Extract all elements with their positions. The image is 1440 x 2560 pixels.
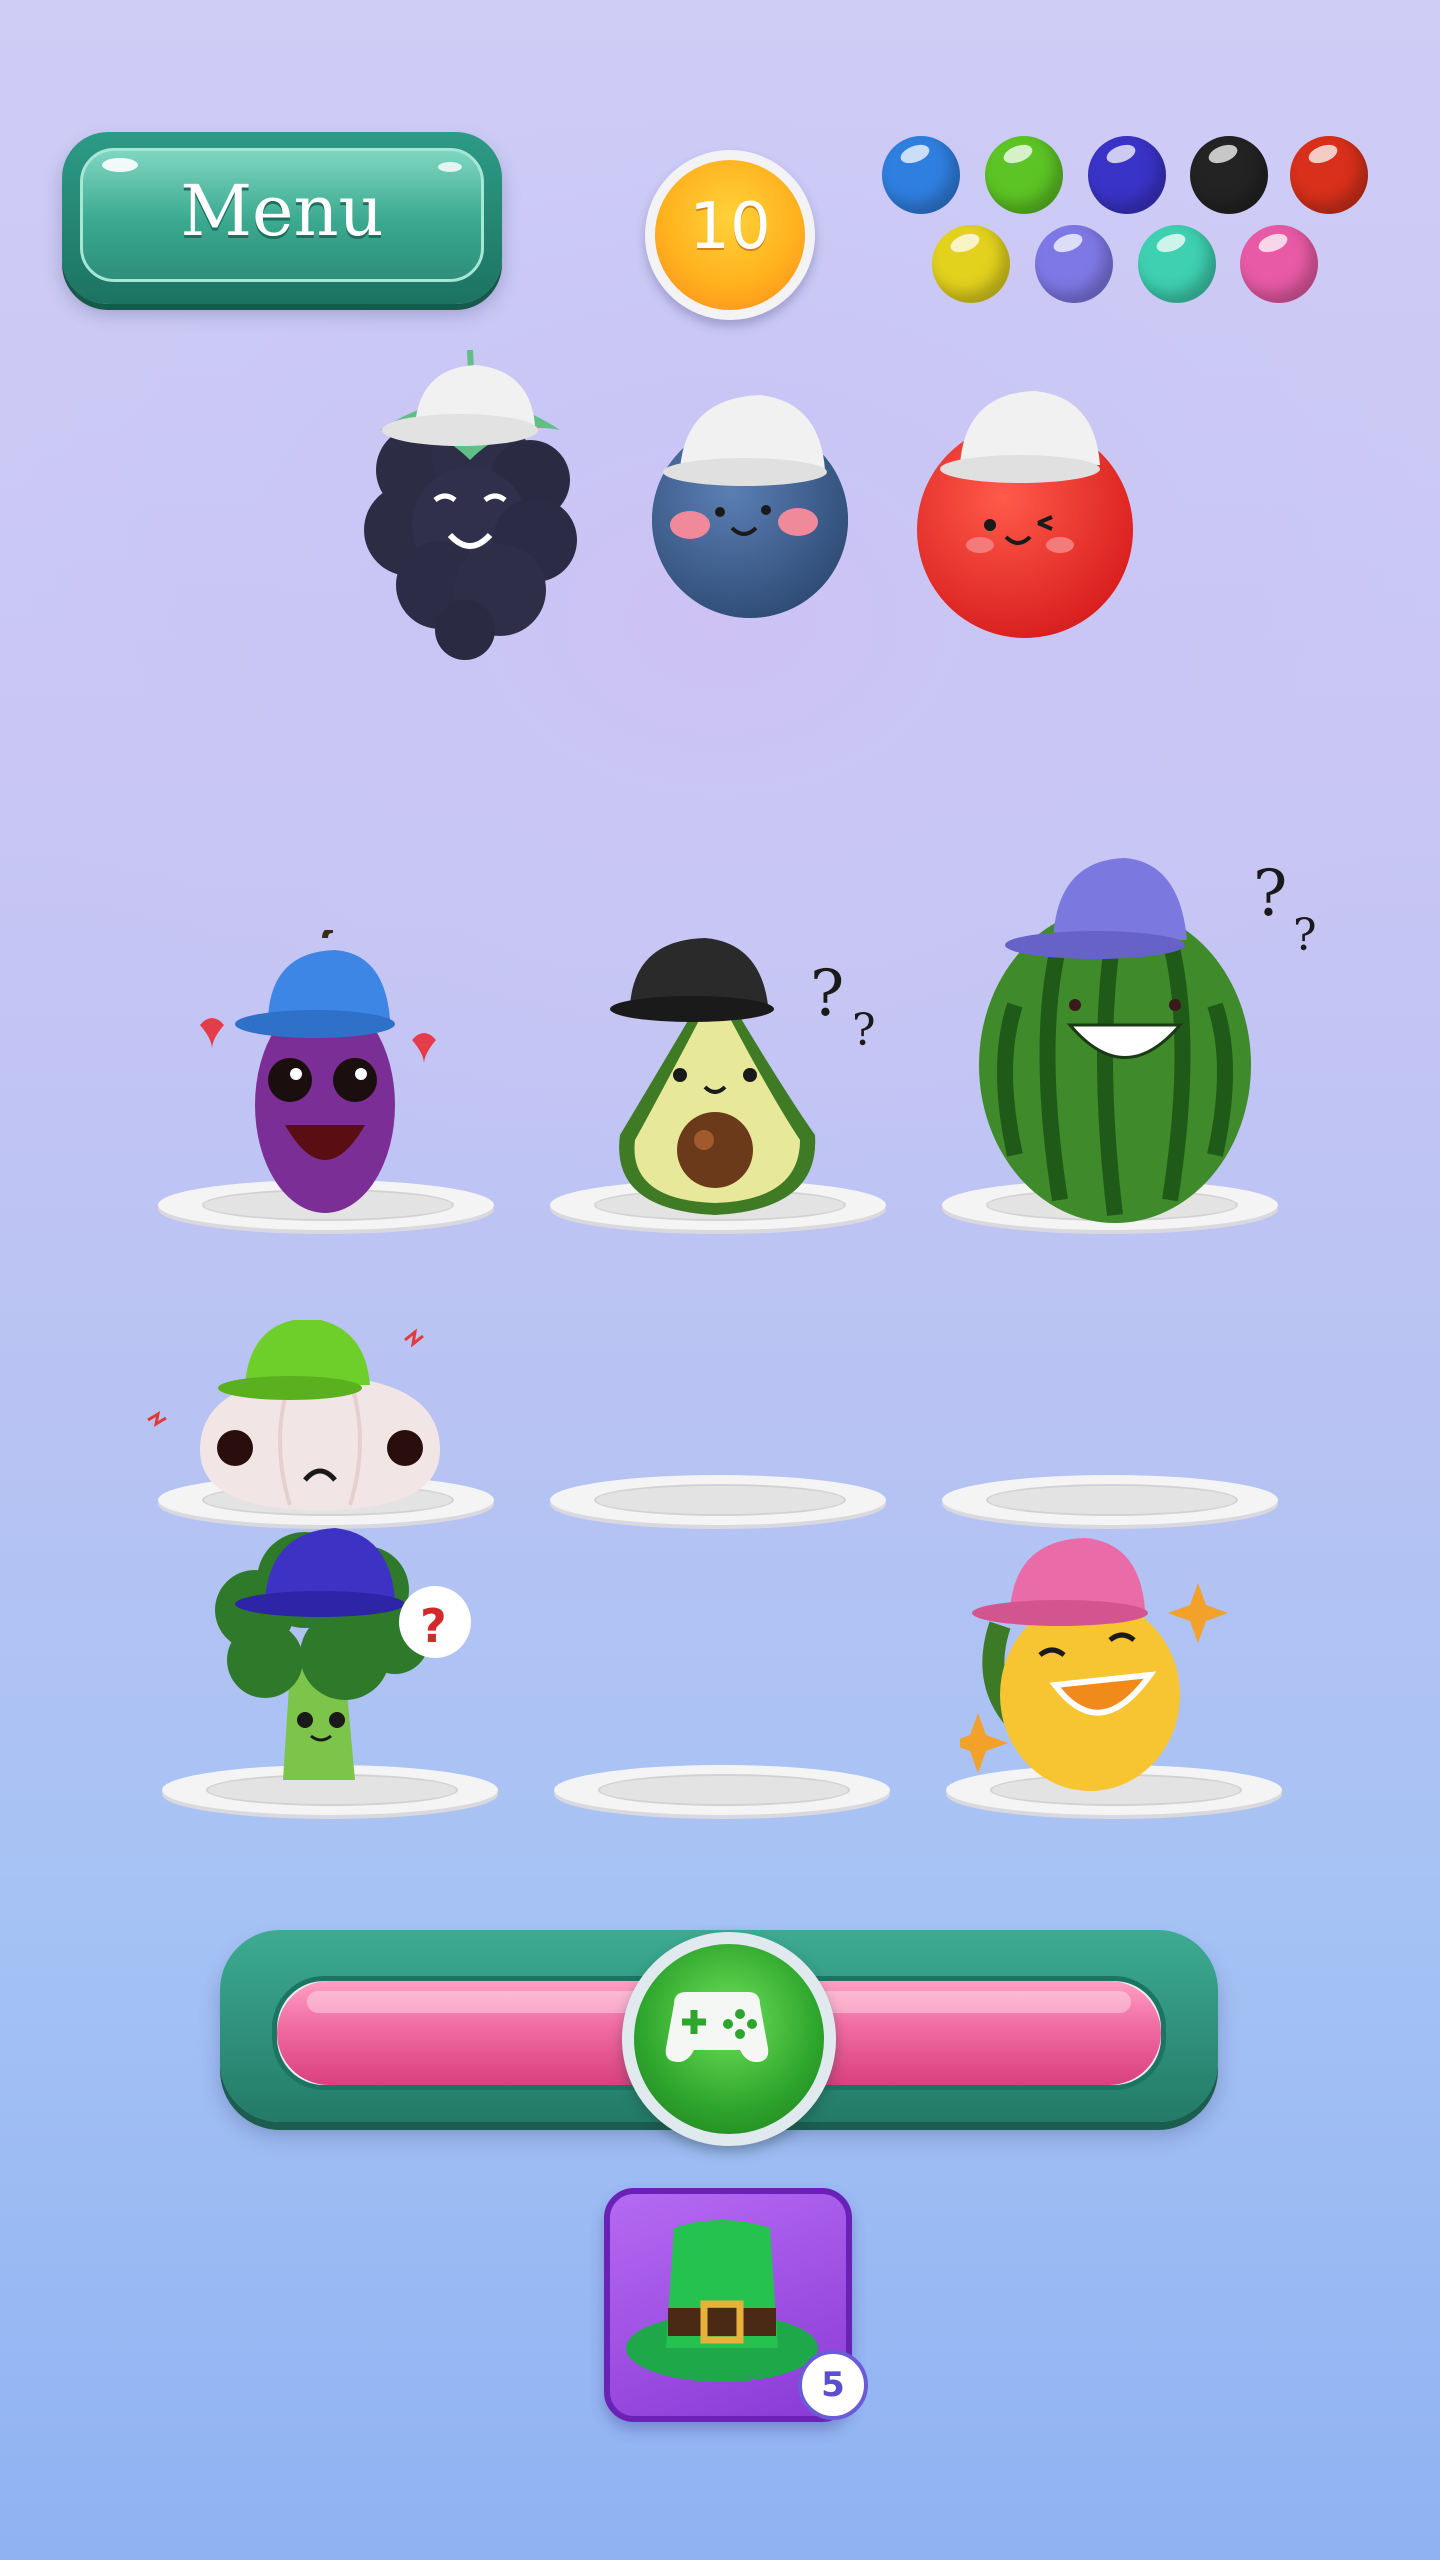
score-coin: 10	[645, 150, 815, 320]
empty-plate[interactable]	[550, 1475, 886, 1525]
score-value: 10	[689, 190, 771, 264]
svg-text:?: ?	[810, 957, 844, 1031]
empty-plate[interactable]	[942, 1475, 1278, 1525]
white-cap	[663, 395, 827, 486]
black-color-ball[interactable]	[1190, 136, 1268, 214]
lavender-color-ball[interactable]	[1035, 225, 1113, 303]
black-cap	[610, 938, 774, 1022]
gamepad-icon	[665, 1992, 769, 2062]
menu-button-label: Menu	[180, 170, 384, 252]
garlic-character[interactable]	[140, 1320, 460, 1520]
svg-text:?: ?	[852, 1005, 876, 1056]
svg-text:?: ?	[420, 1599, 447, 1653]
teal-color-ball[interactable]	[1138, 225, 1216, 303]
red-color-ball[interactable]	[1290, 136, 1368, 214]
eggplant-character[interactable]	[190, 930, 450, 1220]
pink-color-ball[interactable]	[1240, 225, 1318, 303]
blueberry-character	[652, 395, 848, 618]
lavender-cap	[1005, 858, 1187, 959]
blackberry-character	[364, 349, 577, 660]
white-cap	[940, 391, 1100, 483]
empty-plate[interactable]	[554, 1765, 890, 1815]
indigo-color-ball[interactable]	[1088, 136, 1166, 214]
powerup-count-badge: 5	[798, 2350, 868, 2420]
lemon-character[interactable]	[960, 1535, 1230, 1795]
svg-text:?: ?	[1293, 910, 1317, 961]
green-color-ball[interactable]	[985, 136, 1063, 214]
gamepad-button[interactable]	[622, 1932, 836, 2146]
broccoli-character[interactable]: ?	[195, 1520, 495, 1790]
menu-button[interactable]: Menu	[62, 132, 502, 304]
tomato-character	[917, 391, 1133, 638]
pink-cap	[972, 1538, 1148, 1626]
white-cap	[382, 365, 538, 446]
svg-text:?: ?	[1253, 857, 1287, 931]
game-screen: Menu 10 ? ? ? ? ? 5	[0, 0, 1440, 2560]
avocado-character[interactable]: ? ?	[600, 935, 900, 1220]
watermelon-character[interactable]: ? ?	[975, 855, 1335, 1225]
yellow-color-ball[interactable]	[932, 225, 1010, 303]
green-cap	[218, 1320, 370, 1400]
blue-color-ball[interactable]	[882, 136, 960, 214]
blue-cap	[235, 950, 395, 1038]
